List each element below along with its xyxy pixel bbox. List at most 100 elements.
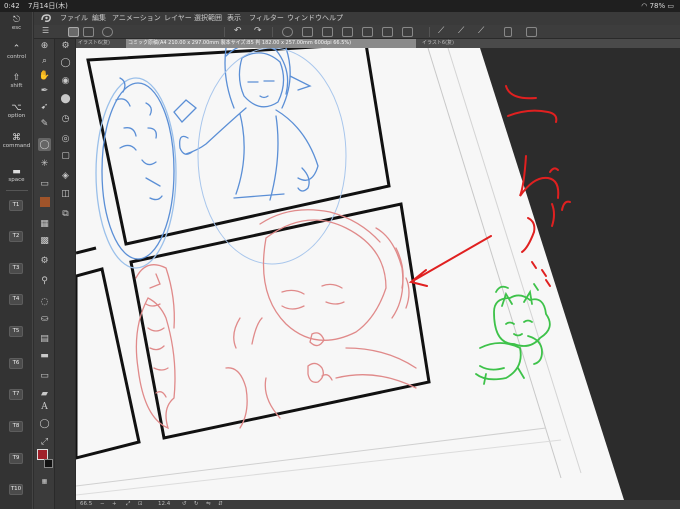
flip-horizontal-icon[interactable]: ⇋ — [206, 500, 211, 509]
menu-edit[interactable]: 編集 — [92, 12, 106, 25]
tkey-3[interactable]: T3 — [9, 263, 23, 274]
tab-illustration-2[interactable]: イラスト6(复) — [420, 39, 480, 48]
tkey-7[interactable]: T7 — [9, 389, 23, 400]
tkey-1[interactable]: T1 — [9, 200, 23, 211]
layer-mode-button[interactable] — [83, 27, 94, 37]
control-key[interactable]: ⌃ control — [0, 44, 33, 60]
canvas-area[interactable] — [76, 48, 680, 500]
ruler-icon[interactable]: ⟋ — [438, 27, 449, 37]
text-tool-icon[interactable]: A — [38, 400, 51, 413]
perspective-icon[interactable]: ⟋ — [478, 27, 489, 37]
menu-layer[interactable]: レイヤー — [164, 12, 192, 25]
operation-tool-icon[interactable]: ➹ — [38, 100, 51, 113]
fill-button[interactable] — [322, 27, 333, 37]
menu-window[interactable]: ウィンドウ — [287, 12, 322, 25]
menu-view[interactable]: 表示 — [227, 12, 241, 25]
tkey-9[interactable]: T9 — [9, 453, 23, 464]
layer-thumbnail-icon[interactable]: ▦ — [38, 217, 51, 230]
eyedropper-tool-icon[interactable]: ✒ — [38, 84, 51, 97]
gradient-tool-icon[interactable]: ▤ — [38, 332, 51, 345]
menu-animation[interactable]: アニメーション — [112, 12, 161, 25]
rotate-left-icon[interactable]: ↺ — [182, 500, 187, 509]
blur-tool-icon[interactable]: ◌ — [38, 295, 51, 308]
brush-size-icon[interactable]: ⬤ — [59, 92, 72, 105]
eraser-tool-icon[interactable]: ▰ — [38, 387, 51, 400]
sub-color-swatch[interactable] — [44, 459, 53, 468]
option-key[interactable]: ⌥ option — [0, 103, 33, 119]
rotate-right-icon[interactable]: ↻ — [194, 500, 199, 509]
frame-tool-icon[interactable]: ▭ — [38, 369, 51, 382]
command-key[interactable]: ⌘ command — [0, 133, 33, 149]
color-wheel-icon[interactable]: ◉ — [59, 74, 72, 87]
sub-tool-strip: ⚙ ◯ ◉ ⬤ ◷ ◎ ▢ ◈ ◫ ⧉ — [55, 39, 76, 509]
snap-icon[interactable]: ⟋ — [458, 27, 469, 37]
ink-drop-icon[interactable]: ⚲ — [38, 274, 51, 287]
magnifier-tool-icon[interactable]: ⌕ — [38, 54, 51, 67]
sparkle-tool-icon[interactable]: ✳ — [38, 157, 51, 170]
fill-bucket-icon[interactable]: ⛀ — [38, 312, 51, 325]
layer-stack-icon[interactable]: ⧉ — [59, 207, 72, 220]
menu-help[interactable]: ヘルプ — [322, 12, 343, 25]
loading-icon[interactable] — [282, 27, 293, 37]
pen-tool-icon[interactable]: ✎ — [38, 117, 51, 130]
brush-preset-icon[interactable]: ⚙ — [38, 254, 51, 267]
transform-button[interactable] — [342, 27, 353, 37]
brush-mode-button[interactable] — [68, 27, 79, 37]
lasso-tool-icon[interactable]: ◯ — [38, 138, 51, 151]
hamburger-menu-icon[interactable]: ☰ — [42, 27, 53, 37]
undo-icon[interactable]: ↶ — [234, 27, 245, 37]
space-key[interactable]: ▬ space — [0, 167, 33, 183]
modifier-key-sidebar: ⎋ esc ⌃ control ⇧ shift ⌥ option ⌘ command ▬ s… — [0, 12, 33, 509]
deselect-button[interactable] — [362, 27, 373, 37]
zoom-tool-icon[interactable]: ⊕ — [38, 39, 51, 52]
menu-filter[interactable]: フィルター — [249, 12, 284, 25]
history-icon[interactable]: ◷ — [59, 112, 72, 125]
smartphone-icon[interactable] — [504, 27, 512, 37]
transparent-color-icon[interactable]: ▦ — [38, 475, 51, 488]
ios-status-bar: 0:42 7月14日(木) ◠ 78% ▭ — [0, 0, 680, 12]
tab-illustration-1[interactable]: イラスト6(复) — [76, 39, 122, 48]
record-icon[interactable] — [102, 27, 113, 37]
app-logo-icon[interactable] — [40, 13, 52, 24]
shift-key[interactable]: ⇧ shift — [0, 73, 33, 89]
balloon-tool-icon[interactable]: ◯ — [38, 417, 51, 430]
tkey-5[interactable]: T5 — [9, 326, 23, 337]
material-icon[interactable]: ▢ — [59, 149, 72, 162]
fit-icon[interactable]: ⤢ — [126, 500, 130, 509]
show-selection-button[interactable] — [402, 27, 413, 37]
zoom-readout[interactable]: 66.5 — [80, 500, 92, 509]
actual-size-icon[interactable]: ⊡ — [138, 500, 143, 509]
tkey-2[interactable]: T2 — [9, 231, 23, 242]
esc-key[interactable]: ⎋ esc — [0, 15, 33, 31]
tkey-8[interactable]: T8 — [9, 421, 23, 432]
space-bar-icon: ▬ — [12, 167, 21, 177]
zoom-in-icon[interactable]: + — [112, 500, 117, 509]
figure-tool-icon[interactable]: ▬ — [38, 349, 51, 362]
chat-icon[interactable]: ◯ — [59, 56, 72, 69]
correction-tool-icon[interactable]: ⤢ — [38, 435, 51, 448]
tkey-4[interactable]: T4 — [9, 294, 23, 305]
settings-icon[interactable]: ⚙ — [59, 39, 72, 52]
redo-icon[interactable]: ↷ — [254, 27, 265, 37]
menu-selection[interactable]: 選択範囲 — [194, 12, 222, 25]
tkey-10[interactable]: T10 — [9, 484, 23, 495]
invert-selection-button[interactable] — [382, 27, 393, 37]
navigator-icon[interactable]: ◎ — [59, 132, 72, 145]
tkey-6[interactable]: T6 — [9, 358, 23, 369]
manga-canvas[interactable] — [76, 48, 680, 500]
layers-icon[interactable]: ◫ — [59, 187, 72, 200]
companion-icon[interactable] — [526, 27, 537, 37]
rectangle-select-icon[interactable]: ▭ — [38, 177, 51, 190]
pattern-thumbnail-icon[interactable]: ▩ — [38, 234, 51, 247]
zoom-out-icon[interactable]: − — [100, 500, 105, 509]
hand-tool-icon[interactable]: ✋ — [38, 69, 51, 82]
canvas-bottom-bar: 66.5 − + ⤢ ⊡ 12.4 ↺ ↻ ⇋ ⇵ — [76, 500, 680, 509]
layer-property-icon[interactable]: ◈ — [59, 169, 72, 182]
angle-readout[interactable]: 12.4 — [158, 500, 170, 509]
menu-file[interactable]: ファイル — [60, 12, 88, 25]
tab-comic-manuscript[interactable]: コミック原稿(A4 210.00 x 297.00mm 製本サイズ:B5 判 1… — [126, 39, 416, 48]
clear-button[interactable] — [302, 27, 313, 37]
battery-icon: ▭ — [667, 2, 674, 10]
texture-swatch-icon[interactable] — [40, 197, 50, 207]
flip-vertical-icon[interactable]: ⇵ — [218, 500, 223, 509]
